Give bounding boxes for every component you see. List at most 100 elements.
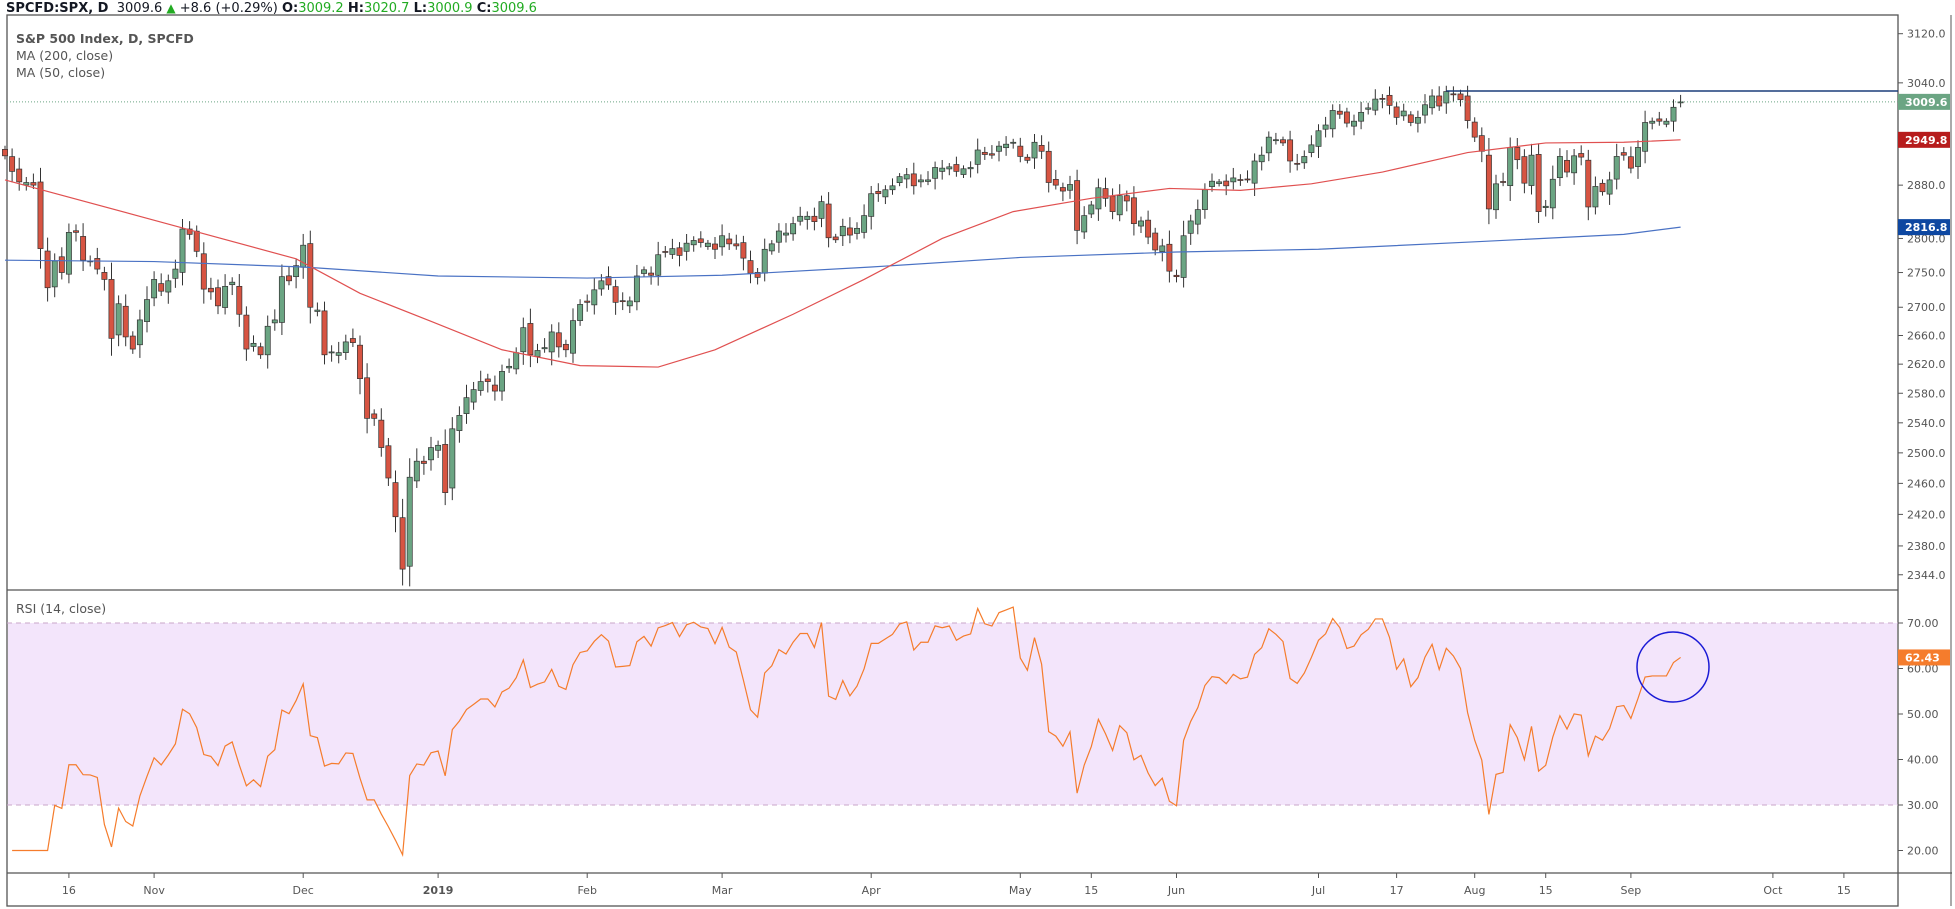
last-price: 3009.6: [116, 1, 163, 16]
candle-down: [1152, 232, 1159, 251]
candle-down: [257, 346, 264, 356]
open-label: O:: [281, 1, 299, 16]
candle-down: [491, 384, 498, 392]
price-tick-label: 2700.0: [1907, 301, 1946, 314]
price-tick-label: 3120.0: [1907, 28, 1946, 41]
candle-down: [740, 242, 747, 259]
candle-down: [1130, 197, 1137, 224]
candle-down: [371, 413, 378, 419]
candle-down: [1294, 162, 1301, 165]
legend-ma200[interactable]: MA (200, close): [16, 47, 194, 64]
candle-down: [1514, 147, 1521, 161]
candle-down: [200, 253, 207, 290]
candle-down: [619, 300, 626, 303]
candle-up: [115, 303, 122, 336]
candle-up: [1081, 215, 1088, 233]
candle-up: [65, 232, 72, 275]
candle-down: [58, 256, 65, 273]
candle-up: [861, 215, 868, 233]
rsi-tick-label: 50.00: [1907, 708, 1939, 721]
candle-up: [797, 215, 804, 222]
rsi-tick-label: 40.00: [1907, 754, 1939, 767]
candle-up: [1230, 177, 1237, 183]
ma50-line: [4, 139, 1681, 368]
candle-up: [1571, 155, 1578, 174]
candle-up: [1556, 156, 1563, 179]
candle-down: [1564, 159, 1570, 173]
candle-down: [215, 287, 221, 307]
candle-down: [846, 227, 853, 236]
time-tick-label: Sep: [1621, 884, 1642, 897]
candle-up: [1351, 120, 1357, 127]
candle-up: [889, 185, 896, 191]
candle-up: [1329, 110, 1336, 130]
candle-down: [193, 230, 200, 252]
candle-up: [499, 371, 505, 392]
candle-up: [1549, 178, 1556, 209]
candle-down: [1585, 159, 1592, 208]
candle-up: [704, 242, 711, 247]
candle-up: [1159, 245, 1166, 252]
candle-up: [1358, 111, 1365, 122]
candle-up: [1422, 104, 1428, 116]
candle-up: [1649, 120, 1656, 124]
candle-up: [1138, 220, 1144, 227]
candle-up: [229, 281, 236, 286]
candle-down: [562, 343, 569, 351]
candle-up: [641, 269, 647, 274]
candle-down: [1145, 219, 1152, 238]
candle-down: [307, 243, 314, 308]
chart-canvas[interactable]: 3120.03040.02880.02800.02750.02700.02660…: [0, 0, 1955, 909]
price-tick-label: 2500.0: [1907, 447, 1946, 460]
chart-legend: S&P 500 Index, D, SPCFD MA (200, close) …: [16, 30, 194, 81]
candle-up: [1116, 195, 1123, 216]
candle-up: [136, 319, 143, 346]
candle-up: [768, 243, 775, 252]
candle-up: [967, 167, 974, 170]
candle-down: [1478, 135, 1485, 152]
legend-title[interactable]: S&P 500 Index, D, SPCFD: [16, 30, 194, 47]
legend-ma50[interactable]: MA (50, close): [16, 64, 194, 81]
candle-up: [1414, 117, 1421, 124]
candle-up: [1209, 180, 1215, 187]
candle-down: [357, 344, 363, 380]
time-tick-label: 16: [62, 884, 76, 897]
candle-up: [222, 285, 229, 308]
candle-up: [335, 352, 342, 356]
candle-up: [179, 228, 186, 273]
candle-down: [1386, 94, 1393, 106]
time-tick-label: 17: [1390, 884, 1404, 897]
candle-down: [442, 444, 449, 493]
candle-down: [80, 236, 87, 261]
candle-down: [527, 323, 534, 356]
candle-down: [648, 272, 655, 276]
candle-down: [158, 283, 165, 292]
candle-up: [172, 268, 179, 279]
candle-down: [9, 156, 16, 172]
candle-down: [1464, 95, 1471, 121]
candle-up: [1088, 204, 1095, 215]
candle-up: [655, 254, 662, 276]
legend-rsi[interactable]: RSI (14, close): [16, 601, 106, 616]
candle-down: [1393, 106, 1400, 118]
candle-down: [364, 377, 371, 419]
candle-down: [712, 243, 718, 250]
symbol-name[interactable]: SPCFD:SPX, D: [6, 1, 108, 16]
close-value: 3009.6: [491, 1, 537, 16]
candle-up: [278, 276, 285, 323]
candle-down: [207, 287, 214, 293]
candle-up: [1272, 139, 1279, 142]
candle-up: [598, 280, 605, 290]
candle-down: [988, 153, 995, 156]
high-label: H:: [347, 1, 364, 16]
candle-down: [94, 258, 101, 270]
symbol-header: SPCFD:SPX, D 3009.6 ▲ +8.6 (+0.29%) O:30…: [6, 0, 537, 16]
candle-down: [726, 238, 733, 245]
time-tick-label: Nov: [143, 884, 165, 897]
candle-down: [1017, 145, 1024, 157]
candle-down: [875, 190, 882, 195]
candle-up: [719, 235, 726, 248]
candle-down: [1656, 118, 1663, 122]
price-tick-label: 2660.0: [1907, 329, 1946, 342]
candle-down: [1627, 156, 1634, 169]
